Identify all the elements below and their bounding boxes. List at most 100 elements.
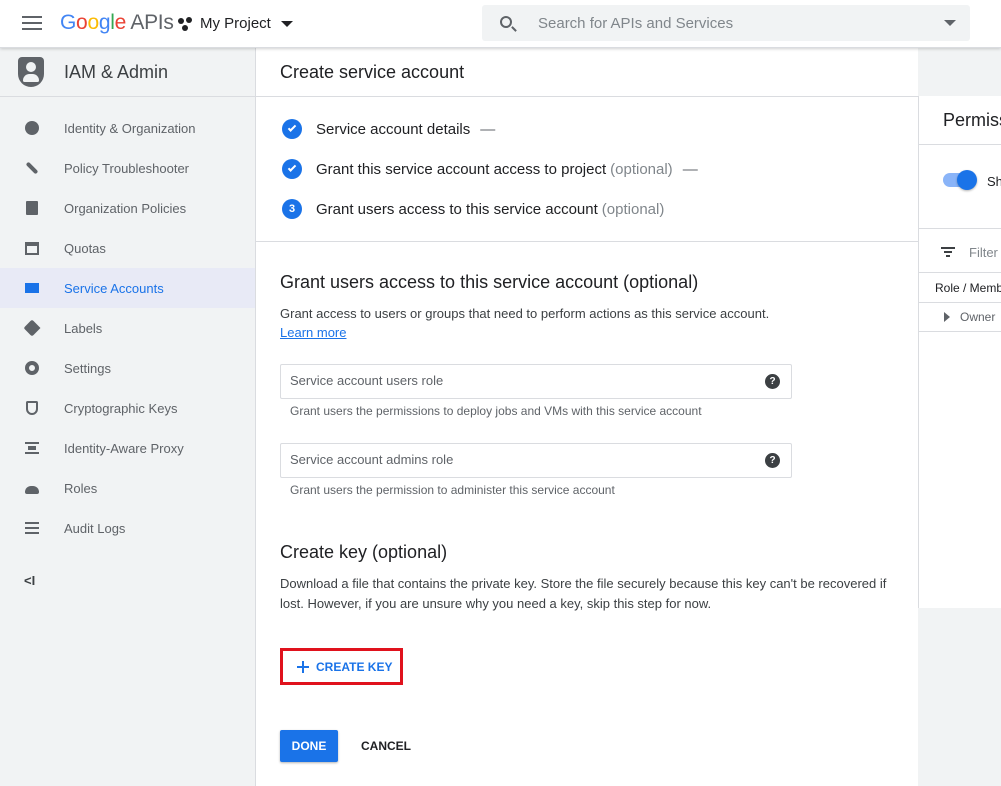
permissions-panel: Permissions Show inherited permissions F… bbox=[918, 96, 1001, 608]
collapse-sidebar-button[interactable]: <I bbox=[24, 573, 35, 588]
sidebar-item-roles[interactable]: Roles bbox=[0, 468, 255, 508]
menu-icon[interactable] bbox=[22, 16, 42, 30]
step-dash: — bbox=[480, 120, 496, 138]
admins-role-input[interactable] bbox=[290, 452, 750, 467]
logo-letter: o bbox=[76, 11, 88, 34]
gear-icon bbox=[25, 361, 39, 375]
step-dash: — bbox=[682, 160, 698, 178]
sidebar-item-label: Labels bbox=[64, 320, 103, 336]
sidebar-item-labels[interactable]: Labels bbox=[0, 308, 255, 348]
filter-input[interactable]: Filter bbox=[969, 245, 998, 260]
sidebar-item-quotas[interactable]: Quotas bbox=[0, 228, 255, 268]
sidebar-item-policy-troubleshooter[interactable]: Policy Troubleshooter bbox=[0, 148, 255, 188]
calendar-icon bbox=[25, 241, 39, 255]
divider bbox=[919, 331, 1001, 332]
step-optional: (optional) bbox=[610, 160, 673, 178]
create-key-label: CREATE KEY bbox=[316, 660, 393, 674]
search-icon bbox=[500, 16, 512, 28]
chevron-down-icon bbox=[280, 20, 293, 27]
learn-more-link[interactable]: Learn more bbox=[280, 325, 346, 340]
service-account-icon bbox=[25, 283, 39, 293]
check-icon bbox=[282, 159, 302, 179]
plus-icon bbox=[297, 661, 309, 673]
expand-arrow-icon bbox=[944, 312, 950, 322]
permissions-title: Permissions bbox=[943, 110, 1001, 130]
create-key-highlight: CREATE KEY bbox=[280, 648, 403, 685]
sidebar-item-label: Quotas bbox=[64, 240, 106, 256]
cancel-button[interactable]: CANCEL bbox=[352, 730, 420, 762]
main-content: Create service account Service account d… bbox=[256, 48, 918, 786]
divider bbox=[919, 272, 1001, 273]
sidebar-item-identity-organization[interactable]: Identity & Organization bbox=[0, 108, 255, 148]
page-title: Create service account bbox=[256, 48, 918, 97]
iam-shield-icon bbox=[18, 57, 44, 87]
project-name: My Project bbox=[200, 15, 271, 32]
toggle-label: Show inherited permissions bbox=[987, 174, 1001, 189]
admins-role-field[interactable]: ? bbox=[280, 443, 792, 478]
step-number-badge: 3 bbox=[282, 199, 302, 219]
step-label: Service account details bbox=[316, 120, 471, 138]
owner-row[interactable]: Owner bbox=[944, 310, 995, 324]
sidebar: IAM & Admin Identity & Organization Poli… bbox=[0, 48, 256, 786]
sidebar-item-label: Roles bbox=[64, 480, 98, 496]
divider bbox=[919, 144, 1001, 145]
create-key-heading: Create key (optional) bbox=[280, 542, 448, 562]
logo-letter: e bbox=[114, 11, 127, 34]
step-optional: (optional) bbox=[601, 200, 665, 218]
sidebar-item-organization-policies[interactable]: Organization Policies bbox=[0, 188, 255, 228]
search-input[interactable] bbox=[538, 13, 918, 33]
show-inherited-toggle[interactable] bbox=[943, 170, 977, 190]
logo-apis-text: APIs bbox=[130, 11, 174, 34]
divider bbox=[919, 228, 1001, 229]
help-icon[interactable]: ? bbox=[765, 453, 780, 468]
sidebar-item-cryptographic-keys[interactable]: Cryptographic Keys bbox=[0, 388, 255, 428]
sidebar-item-settings[interactable]: Settings bbox=[0, 348, 255, 388]
done-button[interactable]: DONE bbox=[280, 730, 338, 762]
grant-users-description: Grant access to users or groups that nee… bbox=[280, 306, 770, 321]
owner-label: Owner bbox=[960, 310, 996, 324]
users-role-field[interactable]: ? bbox=[280, 364, 792, 399]
sidebar-item-label: Cryptographic Keys bbox=[64, 400, 178, 416]
wrench-icon bbox=[25, 161, 39, 175]
project-selector[interactable]: My Project bbox=[178, 15, 293, 32]
google-apis-logo[interactable]: Google APIs bbox=[60, 11, 174, 35]
create-key-button[interactable]: CREATE KEY bbox=[288, 655, 394, 679]
search-bar[interactable] bbox=[482, 5, 970, 41]
search-dropdown-icon[interactable] bbox=[944, 20, 956, 26]
help-icon[interactable]: ? bbox=[765, 374, 780, 389]
check-icon bbox=[282, 119, 302, 139]
top-bar: Google APIs My Project bbox=[0, 0, 1001, 48]
sidebar-item-label: Settings bbox=[64, 360, 111, 376]
sidebar-item-audit-logs[interactable]: Audit Logs bbox=[0, 508, 255, 548]
logo-letter: g bbox=[98, 11, 111, 34]
role-member-column-header[interactable]: Role / Member bbox=[935, 281, 1001, 295]
step-label: Grant users access to this service accou… bbox=[316, 200, 598, 218]
sidebar-item-label: Organization Policies bbox=[64, 200, 187, 216]
sidebar-title: IAM & Admin bbox=[64, 61, 169, 82]
step-label: Grant this service account access to pro… bbox=[316, 160, 607, 178]
logo-letter: G bbox=[60, 11, 77, 34]
grant-users-section: Grant users access to this service accou… bbox=[256, 242, 918, 497]
roles-icon bbox=[25, 486, 39, 494]
proxy-icon bbox=[25, 442, 39, 454]
tag-icon bbox=[23, 319, 41, 337]
step-grant-users-access[interactable]: 3 Grant users access to this service acc… bbox=[282, 189, 918, 229]
sidebar-item-service-accounts[interactable]: Service Accounts bbox=[0, 268, 255, 308]
sidebar-item-identity-aware-proxy[interactable]: Identity-Aware Proxy bbox=[0, 428, 255, 468]
grant-users-heading: Grant users access to this service accou… bbox=[280, 272, 699, 292]
sidebar-nav: Identity & Organization Policy Troublesh… bbox=[0, 97, 255, 548]
logo-letter: o bbox=[87, 11, 99, 34]
key-shield-icon bbox=[26, 401, 38, 415]
person-icon bbox=[25, 121, 39, 135]
admins-role-hint: Grant users the permission to administer… bbox=[290, 483, 615, 497]
users-role-input[interactable] bbox=[290, 373, 750, 388]
step-service-account-details[interactable]: Service account details — bbox=[282, 109, 918, 149]
step-grant-project-access[interactable]: Grant this service account access to pro… bbox=[282, 149, 918, 189]
filter-icon[interactable] bbox=[941, 247, 955, 257]
create-key-section: Create key (optional) Download a file th… bbox=[256, 497, 918, 614]
sidebar-item-label: Policy Troubleshooter bbox=[64, 160, 190, 176]
document-icon bbox=[26, 201, 38, 215]
project-dots-icon bbox=[178, 16, 194, 31]
sidebar-item-label: Identity-Aware Proxy bbox=[64, 440, 184, 456]
users-role-hint: Grant users the permissions to deploy jo… bbox=[290, 404, 702, 418]
